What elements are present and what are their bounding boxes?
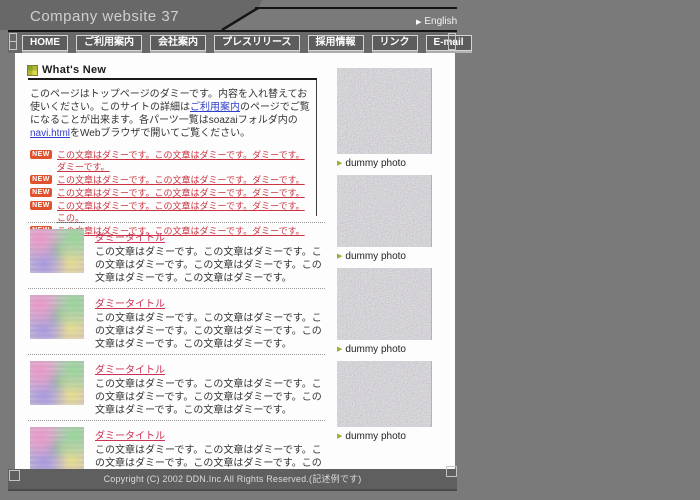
news-link[interactable]: この文章はダミーです。この文章はダミーです。ダミーです。この。 <box>57 200 312 224</box>
dummy-photo-image <box>337 68 432 154</box>
news-item: NEW この文章はダミーです。この文章はダミーです。ダミーです。この。 <box>30 200 312 224</box>
whats-new-title: What's New <box>42 64 106 76</box>
new-badge: NEW <box>30 188 52 197</box>
copyright-text: Copyright (C) 2002 DDN.Inc All Rights Re… <box>104 474 362 484</box>
dummy-photo-image <box>337 175 432 247</box>
news-link[interactable]: この文章はダミーです。この文章はダミーです。ダミーです。 <box>57 174 305 186</box>
photo-block: ▶ dummy photo <box>337 361 432 443</box>
intro-paragraph: このページはトップページのダミーです。内容を入れ替えてお使いください。このサイト… <box>30 88 313 140</box>
article-section: ダミータイトル この文章はダミーです。この文章はダミーです。この文章はダミーです… <box>28 288 325 354</box>
photo-caption: ▶ dummy photo <box>337 251 432 263</box>
section-text: ダミータイトル この文章はダミーです。この文章はダミーです。この文章はダミーです… <box>95 294 323 351</box>
main-content-area: What's New このページはトップページのダミーです。内容を入れ替えてお使… <box>15 53 455 469</box>
intro-and-news-block: このページはトップページのダミーです。内容を入れ替えてお使いください。このサイト… <box>28 80 317 216</box>
photo-block: ▶ dummy photo <box>337 68 432 170</box>
news-item: NEW この文章はダミーです。この文章はダミーです。ダミーです。 <box>30 187 312 199</box>
arrow-bullet-icon: ▶ <box>337 346 342 354</box>
intro-text-3: をWebブラウザで開いてご覧ください。 <box>70 128 250 139</box>
article-section: ダミータイトル この文章はダミーです。この文章はダミーです。この文章はダミーです… <box>28 420 325 469</box>
article-sections: ダミータイトル この文章はダミーです。この文章はダミーです。この文章はダミーです… <box>28 222 325 469</box>
section-body: この文章はダミーです。この文章はダミーです。この文章はダミーです。この文章はダミ… <box>95 312 323 351</box>
section-text: ダミータイトル この文章はダミーです。この文章はダミーです。この文章はダミーです… <box>95 228 323 285</box>
site-title: Company website 37 <box>30 8 179 25</box>
photo-caption: ▶ dummy photo <box>337 344 432 356</box>
dummy-photo-image <box>337 268 432 340</box>
arrow-bullet-icon: ▶ <box>337 160 342 168</box>
nav-tab-recruit[interactable]: 採用情報 <box>308 35 364 51</box>
photo-caption-label: dummy photo <box>345 158 406 170</box>
nav-tab-press[interactable]: プレスリリース <box>214 35 300 51</box>
photo-caption: ▶ dummy photo <box>337 431 432 443</box>
section-title-link[interactable]: ダミータイトル <box>95 299 165 311</box>
news-item: NEW この文章はダミーです。この文章はダミーです。ダミーです。 <box>30 174 312 186</box>
nav-tab-links[interactable]: リンク <box>372 35 418 51</box>
nav-tab-guide[interactable]: ご利用案内 <box>76 35 142 51</box>
section-title-link[interactable]: ダミータイトル <box>95 365 165 377</box>
section-title-link[interactable]: ダミータイトル <box>95 431 165 443</box>
guide-page-link[interactable]: ご利用案内 <box>190 102 240 113</box>
article-section: ダミータイトル この文章はダミーです。この文章はダミーです。この文章はダミーです… <box>28 354 325 420</box>
dummy-photo-image <box>337 361 432 427</box>
section-body: この文章はダミーです。この文章はダミーです。この文章はダミーです。この文章はダミ… <box>95 246 323 285</box>
new-badge: NEW <box>30 150 52 159</box>
footer-ornament-left <box>9 470 20 481</box>
news-link[interactable]: この文章はダミーです。この文章はダミーです。ダミーです。ダミーです。 <box>57 149 312 173</box>
new-badge: NEW <box>30 201 52 210</box>
thumbnail-image <box>30 361 84 405</box>
photo-caption-label: dummy photo <box>345 431 406 443</box>
main-navigation: HOME ご利用案内 会社案内 プレスリリース 採用情報 リンク E-mail <box>8 30 457 53</box>
checker-bullet-icon <box>28 66 37 75</box>
photo-caption: ▶ dummy photo <box>337 158 432 170</box>
nav-end-ornament-left <box>9 33 17 50</box>
photo-block: ▶ dummy photo <box>337 175 432 263</box>
photo-sidebar: ▶ dummy photo ▶ dummy photo ▶ <box>337 68 432 448</box>
thumbnail-image <box>30 427 84 469</box>
photo-caption-label: dummy photo <box>345 251 406 263</box>
navi-html-link[interactable]: navi.html <box>30 128 70 139</box>
section-body: この文章はダミーです。この文章はダミーです。この文章はダミーです。この文章はダミ… <box>95 444 323 469</box>
section-body: この文章はダミーです。この文章はダミーです。この文章はダミーです。この文章はダミ… <box>95 378 323 417</box>
news-link[interactable]: この文章はダミーです。この文章はダミーです。ダミーです。 <box>57 187 305 199</box>
news-item: NEW この文章はダミーです。この文章はダミーです。ダミーです。ダミーです。 <box>30 149 312 173</box>
new-badge: NEW <box>30 175 52 184</box>
english-link-label: English <box>424 16 457 27</box>
nav-tab-company[interactable]: 会社案内 <box>150 35 206 51</box>
section-text: ダミータイトル この文章はダミーです。この文章はダミーです。この文章はダミーです… <box>95 360 323 417</box>
arrow-bullet-icon: ▶ <box>337 433 342 441</box>
footer: Copyright (C) 2002 DDN.Inc All Rights Re… <box>8 469 457 491</box>
photo-block: ▶ dummy photo <box>337 268 432 356</box>
section-text: ダミータイトル この文章はダミーです。この文章はダミーです。この文章はダミーです… <box>95 426 323 469</box>
arrow-right-icon: ▶ <box>416 18 421 26</box>
thumbnail-image <box>30 295 84 339</box>
page-canvas: Company website 37 ▶ English HOME ご利用案内 … <box>0 0 700 500</box>
article-section: ダミータイトル この文章はダミーです。この文章はダミーです。この文章はダミーです… <box>28 222 325 288</box>
section-title-link[interactable]: ダミータイトル <box>95 233 165 245</box>
nav-tab-home[interactable]: HOME <box>22 35 68 51</box>
arrow-bullet-icon: ▶ <box>337 253 342 261</box>
whats-new-heading: What's New <box>28 62 317 80</box>
english-language-link[interactable]: ▶ English <box>416 16 457 27</box>
photo-caption-label: dummy photo <box>345 344 406 356</box>
nav-end-ornament-right <box>448 33 456 50</box>
thumbnail-image <box>30 229 84 273</box>
footer-ornament-right <box>446 466 457 477</box>
